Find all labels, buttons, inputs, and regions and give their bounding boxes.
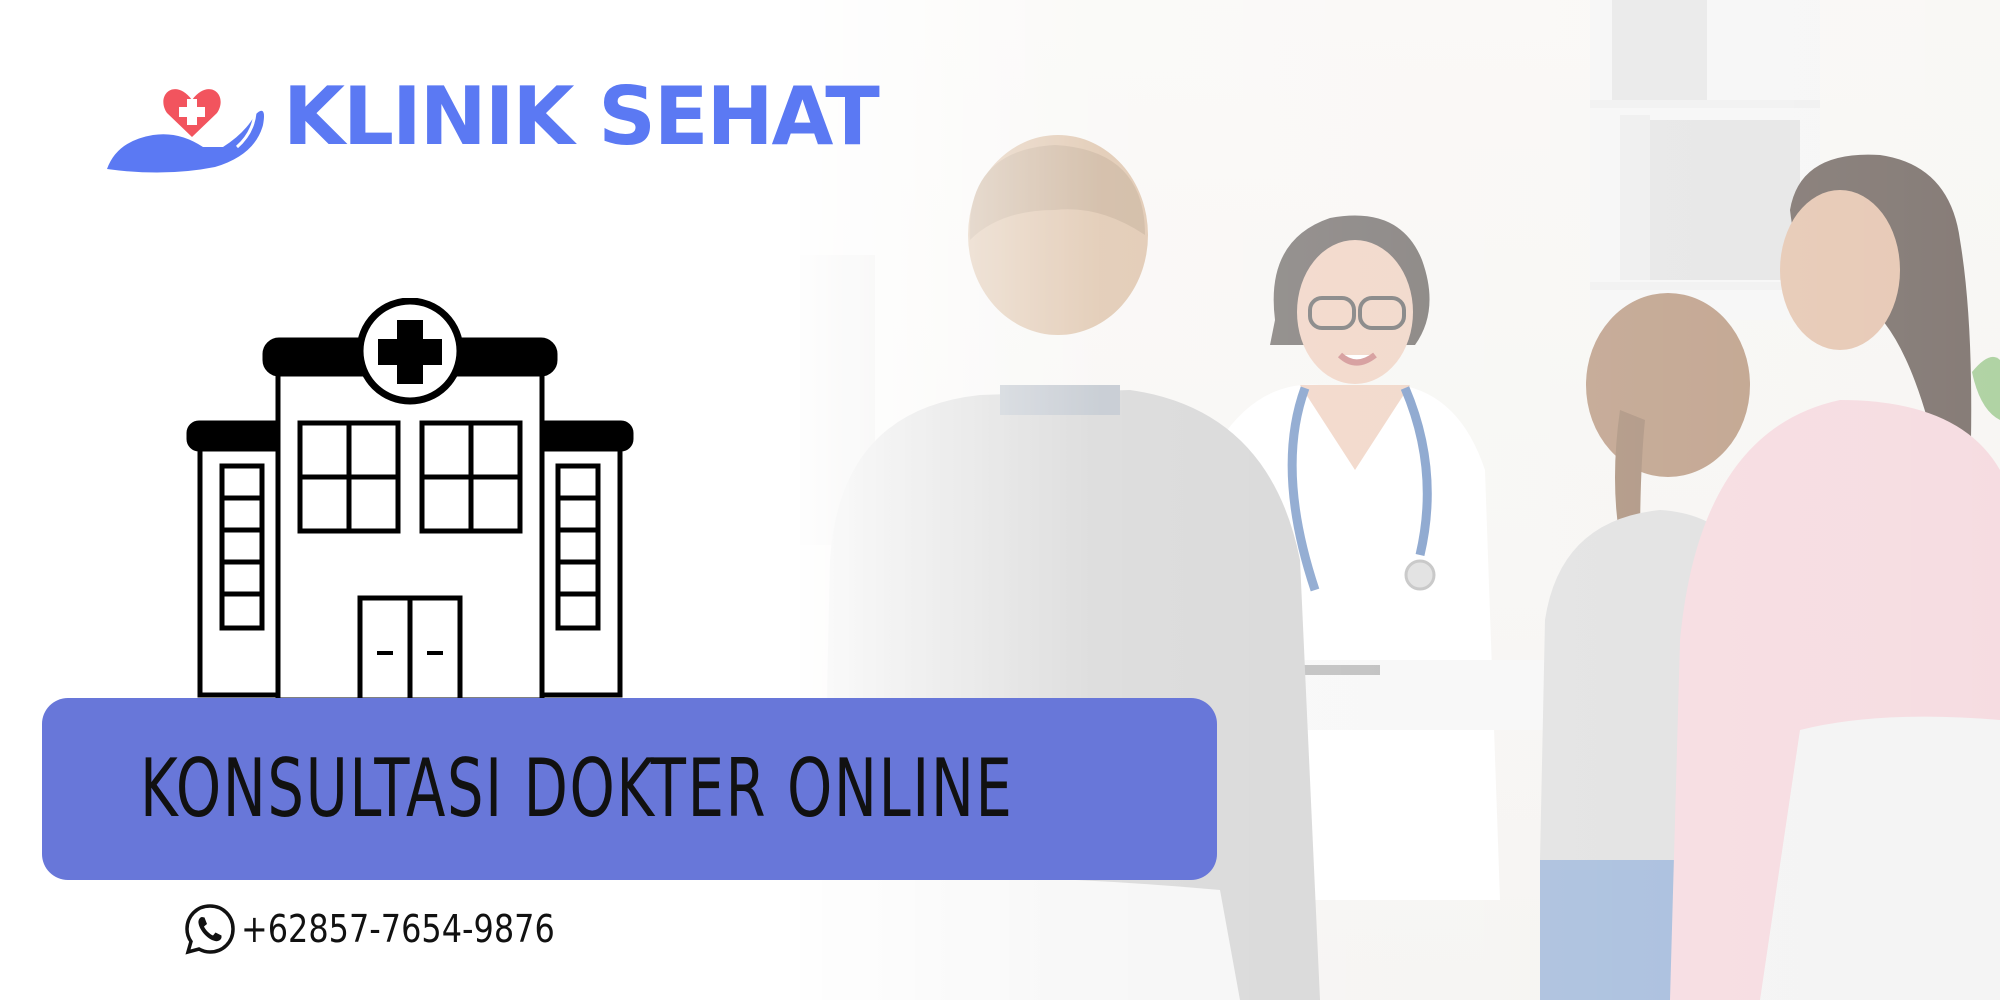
brand-name: KLINIK SEHAT [283, 70, 880, 163]
heart-cross-in-hand-icon [107, 89, 264, 173]
headline-banner: KONSULTASI DOKTER ONLINE [42, 698, 1217, 880]
whatsapp-icon [185, 904, 235, 955]
hospital-building-icon [186, 298, 634, 703]
brand-logo: KLINIK SEHAT [105, 55, 880, 175]
promo-banner: KLINIK SEHAT KONSULTASI DOKTER ONLINE +6… [0, 0, 2000, 1000]
phone-number[interactable]: +62857-7654-9876 [241, 906, 555, 952]
headline-text: KONSULTASI DOKTER ONLINE [140, 742, 1014, 835]
